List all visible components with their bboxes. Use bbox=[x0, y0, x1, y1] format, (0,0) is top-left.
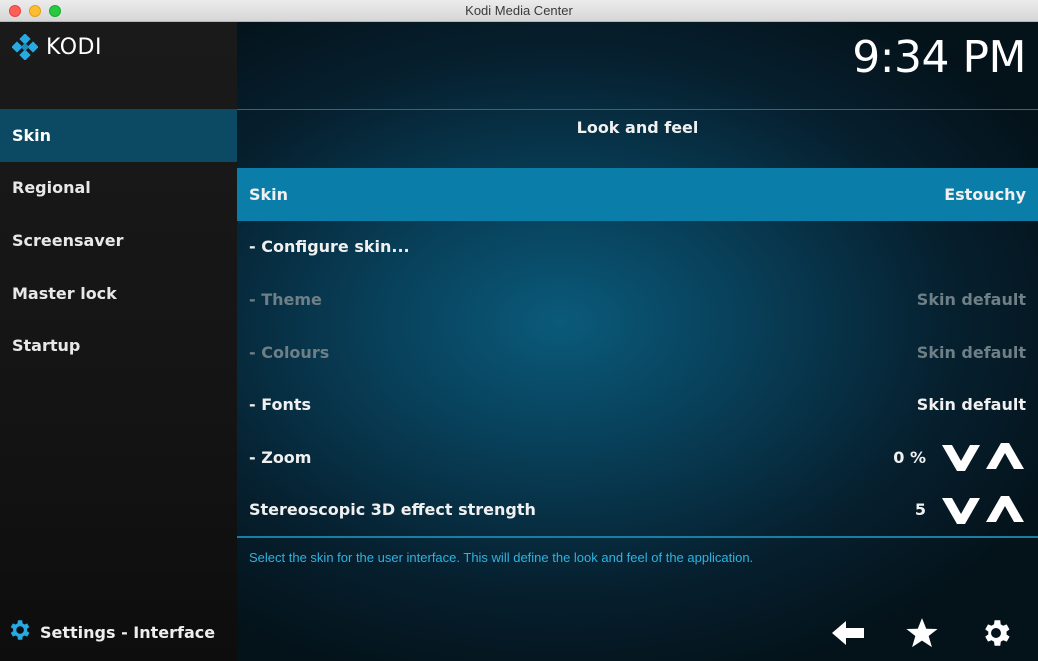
setting-label: - Configure skin... bbox=[249, 237, 410, 257]
window-controls bbox=[9, 5, 61, 17]
setting-value: Estouchy bbox=[944, 184, 1026, 204]
setting-label: Stereoscopic 3D effect strength bbox=[249, 500, 536, 520]
breadcrumb-label: Settings - Interface bbox=[40, 622, 216, 642]
setting-label: - Zoom bbox=[249, 447, 312, 467]
setting-skin[interactable]: Skin Estouchy bbox=[237, 168, 1038, 221]
setting-zoom[interactable]: - Zoom 0 % bbox=[237, 431, 1038, 484]
settings-list: Skin Estouchy - Configure skin... - Them… bbox=[237, 168, 1038, 536]
minimize-window-button[interactable] bbox=[29, 5, 41, 17]
gear-icon bbox=[6, 617, 32, 647]
sidebar-item-skin[interactable]: Skin bbox=[0, 109, 237, 162]
back-button[interactable] bbox=[830, 617, 866, 653]
setting-theme[interactable]: - Theme Skin default bbox=[237, 273, 1038, 326]
setting-label: - Theme bbox=[249, 289, 322, 309]
back-arrow-icon bbox=[830, 619, 866, 651]
clock: 9:34 PM bbox=[852, 32, 1026, 83]
kodi-logo[interactable]: KODI bbox=[11, 33, 102, 61]
setting-colours[interactable]: - Colours Skin default bbox=[237, 326, 1038, 379]
stereoscopic-spinner bbox=[940, 494, 1026, 526]
sidebar-item-regional[interactable]: Regional bbox=[0, 162, 237, 215]
window-title: Kodi Media Center bbox=[465, 3, 573, 18]
setting-label: Skin bbox=[249, 184, 289, 204]
setting-stereoscopic-strength[interactable]: Stereoscopic 3D effect strength 5 bbox=[237, 484, 1038, 537]
sidebar-item-screensaver[interactable]: Screensaver bbox=[0, 214, 237, 267]
kodi-logo-icon bbox=[11, 33, 39, 61]
chevron-down-icon[interactable] bbox=[940, 441, 982, 473]
setting-value: Skin default bbox=[916, 289, 1026, 309]
footer-toolbar bbox=[830, 617, 1014, 653]
favourites-button[interactable] bbox=[904, 617, 940, 653]
settings-button[interactable] bbox=[978, 617, 1014, 653]
setting-value: 0 % bbox=[893, 447, 926, 467]
zoom-spinner bbox=[940, 441, 1026, 473]
header-divider bbox=[237, 109, 1038, 110]
description-divider bbox=[237, 536, 1038, 538]
sidebar-item-startup[interactable]: Startup bbox=[0, 319, 237, 372]
setting-value: Skin default bbox=[916, 342, 1026, 362]
chevron-up-icon[interactable] bbox=[984, 494, 1026, 526]
chevron-up-icon[interactable] bbox=[984, 441, 1026, 473]
breadcrumb: Settings - Interface bbox=[6, 617, 215, 647]
sidebar: KODI Skin Regional Screensaver Master lo… bbox=[0, 22, 237, 661]
setting-configure-skin[interactable]: - Configure skin... bbox=[237, 221, 1038, 274]
kodi-stage: KODI Skin Regional Screensaver Master lo… bbox=[0, 22, 1038, 661]
setting-fonts[interactable]: - Fonts Skin default bbox=[237, 378, 1038, 431]
sidebar-nav: Skin Regional Screensaver Master lock St… bbox=[0, 109, 237, 372]
section-title: Look and feel bbox=[576, 118, 699, 137]
setting-control: 5 bbox=[915, 494, 1026, 526]
setting-label: - Colours bbox=[249, 342, 330, 362]
maximize-window-button[interactable] bbox=[49, 5, 61, 17]
chevron-down-icon[interactable] bbox=[940, 494, 982, 526]
setting-description: Select the skin for the user interface. … bbox=[249, 550, 754, 565]
window-titlebar: Kodi Media Center bbox=[0, 0, 1038, 22]
setting-label: - Fonts bbox=[249, 395, 312, 415]
sidebar-item-master-lock[interactable]: Master lock bbox=[0, 267, 237, 320]
setting-value: 5 bbox=[914, 500, 926, 520]
close-window-button[interactable] bbox=[9, 5, 21, 17]
setting-value: Skin default bbox=[916, 395, 1026, 415]
setting-control: 0 % bbox=[893, 441, 1026, 473]
star-icon bbox=[904, 616, 940, 654]
kodi-logo-text: KODI bbox=[46, 34, 102, 60]
gear-icon bbox=[979, 616, 1013, 654]
